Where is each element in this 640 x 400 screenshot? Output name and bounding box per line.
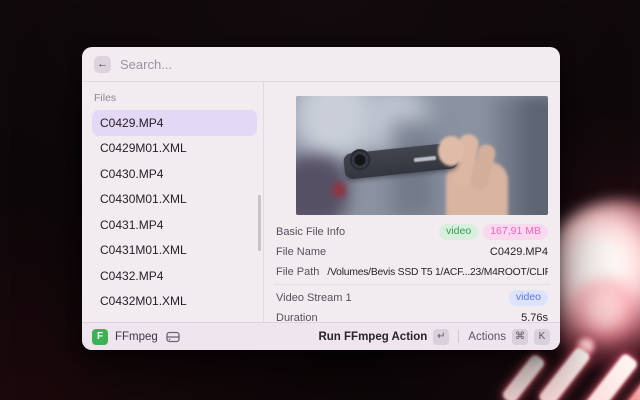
metadata-row-file-name: File Name C0429.MP4	[276, 242, 548, 262]
desktop-background: { "window": { "search": { "placeholder":…	[0, 0, 640, 400]
metadata-separator	[274, 284, 550, 285]
action-bar-divider	[458, 330, 459, 343]
basic-info-badges: video 167,91 MB	[439, 224, 548, 241]
file-list-item[interactable]: C0429M01.XML	[92, 136, 257, 162]
actions-menu-button[interactable]: Actions	[468, 331, 506, 343]
file-list-item[interactable]: C0432.MP4	[92, 263, 257, 289]
video-stream-label: Video Stream 1	[276, 292, 352, 304]
file-list-item[interactable]: C0429.MP4	[92, 110, 257, 136]
search-bar: ← Search...	[82, 47, 560, 82]
file-list-item[interactable]: C0430.MP4	[92, 161, 257, 187]
file-name-value: C0429.MP4	[334, 246, 548, 258]
window-content: Files C0429.MP4 C0429M01.XML C0430.MP4 C…	[82, 82, 560, 322]
command-key-icon: ⌘	[512, 329, 528, 345]
file-list-sidebar: Files C0429.MP4 C0429M01.XML C0430.MP4 C…	[82, 82, 264, 322]
return-key-icon: ↵	[433, 329, 449, 345]
sidebar-scrollbar[interactable]	[258, 195, 261, 251]
preview-hand-thumb	[438, 136, 464, 166]
app-name: FFmpeg	[115, 331, 158, 343]
back-button[interactable]: ←	[94, 56, 111, 73]
size-badge: 167,91 MB	[483, 224, 548, 241]
file-list-item[interactable]: C0431.MP4	[92, 212, 257, 238]
video-stream-badges: video	[509, 290, 548, 307]
run-ffmpeg-action-button[interactable]: Run FFmpeg Action	[318, 331, 427, 343]
ffmpeg-icon-letter: F	[97, 331, 103, 342]
ffmpeg-extension-window: ← Search... Files C0429.MP4 C0429M01.XML…	[82, 47, 560, 350]
metadata-row-basic-info: Basic File Info video 167,91 MB	[276, 222, 548, 242]
basic-info-label: Basic File Info	[276, 226, 345, 238]
file-list-item[interactable]: C0433.MP4	[92, 314, 257, 322]
file-detail-panel: Basic File Info video 167,91 MB File Nam…	[264, 82, 560, 322]
video-preview	[296, 96, 548, 215]
ffmpeg-app-icon: F	[92, 329, 108, 345]
file-list-item[interactable]: C0432M01.XML	[92, 289, 257, 315]
metadata-row-file-path: File Path /Volumes/Bevis SSD T5 1/ACF...…	[276, 262, 548, 282]
file-path-label: File Path	[276, 266, 319, 278]
stream-type-badge: video	[509, 290, 548, 307]
type-badge: video	[439, 224, 478, 241]
file-path-value: /Volumes/Bevis SSD T5 1/ACF...23/M4ROOT/…	[327, 267, 548, 278]
back-arrow-icon: ←	[97, 59, 108, 70]
k-key-icon: K	[534, 329, 550, 345]
file-name-label: File Name	[276, 246, 326, 258]
preview-red-detail	[332, 182, 346, 198]
action-bar-right: Run FFmpeg Action ↵ Actions ⌘ K	[318, 329, 550, 345]
drive-icon	[166, 331, 180, 343]
file-list-item[interactable]: C0431M01.XML	[92, 238, 257, 264]
bottom-action-bar: F FFmpeg Run FFmpeg Action ↵ Actions ⌘ K	[82, 322, 560, 350]
metadata-row-video-stream: Video Stream 1 video	[276, 288, 548, 308]
files-section-label: Files	[94, 92, 257, 104]
neon-light-glow-inner	[570, 275, 640, 345]
metadata-list: Basic File Info video 167,91 MB File Nam…	[264, 218, 560, 328]
search-input[interactable]: Search...	[120, 57, 172, 72]
file-list-item[interactable]: C0430M01.XML	[92, 187, 257, 213]
